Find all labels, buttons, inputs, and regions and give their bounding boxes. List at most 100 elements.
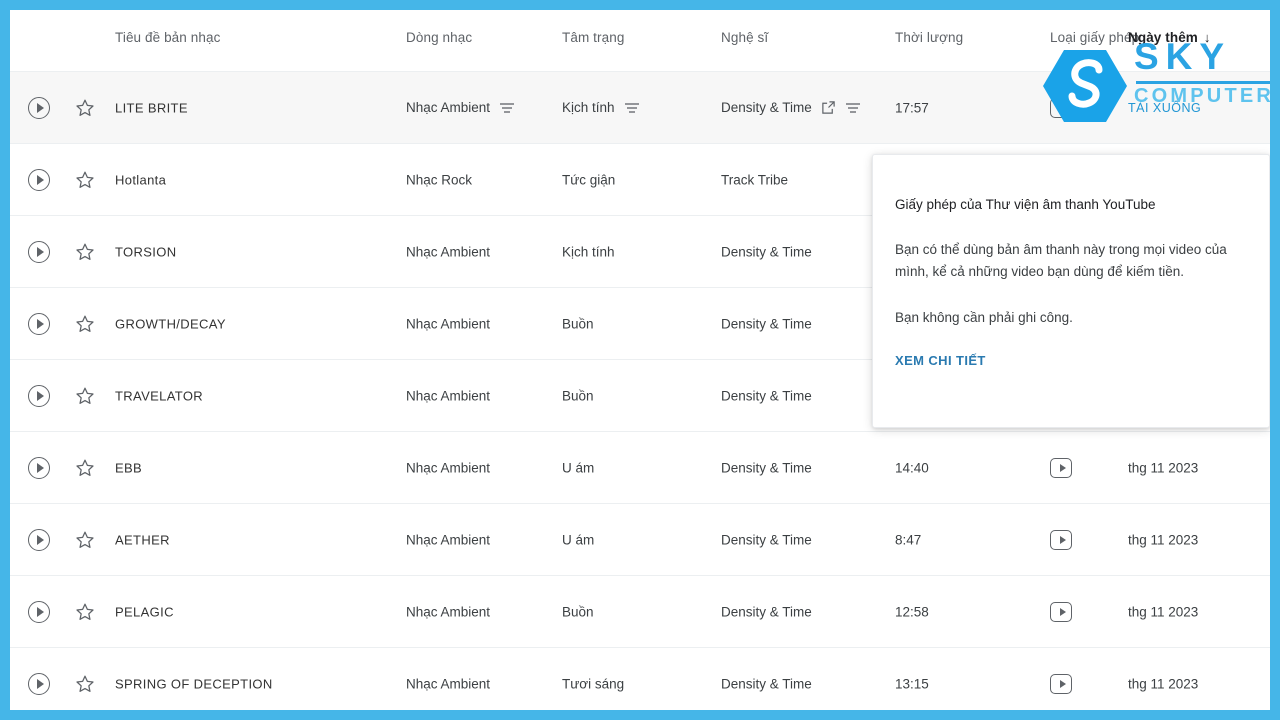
youtube-license-icon[interactable]: [1050, 457, 1072, 478]
date-added: thg 11 2023: [1128, 460, 1199, 475]
star-icon[interactable]: [74, 529, 96, 551]
license-type-button[interactable]: [1050, 457, 1072, 478]
column-header-title[interactable]: Tiêu đề bản nhạc: [115, 30, 220, 45]
track-mood: Buồn: [562, 316, 594, 331]
play-button[interactable]: [28, 672, 50, 695]
track-artist: Density & Time: [721, 244, 812, 259]
favorite-button[interactable]: [74, 601, 96, 623]
track-duration: 13:15: [895, 676, 929, 691]
license-tooltip-popup: Giấy phép của Thư viện âm thanh YouTube …: [872, 154, 1270, 428]
play-button[interactable]: [28, 96, 50, 119]
play-button[interactable]: [28, 240, 50, 263]
license-type-button[interactable]: [1050, 529, 1072, 550]
play-icon[interactable]: [28, 168, 50, 191]
track-title: EBB: [115, 460, 143, 475]
favorite-button[interactable]: [74, 97, 96, 119]
favorite-button[interactable]: [74, 241, 96, 263]
tooltip-paragraph-2: Bạn không cần phải ghi công.: [895, 310, 1073, 325]
play-icon[interactable]: [28, 600, 50, 623]
play-icon[interactable]: [28, 240, 50, 263]
favorite-button[interactable]: [74, 529, 96, 551]
youtube-license-icon[interactable]: [1050, 673, 1072, 694]
date-added: thg 11 2023: [1128, 532, 1199, 547]
track-artist: Density & Time: [721, 460, 812, 475]
youtube-license-icon[interactable]: [1050, 601, 1072, 622]
external-link-icon[interactable]: [821, 100, 836, 115]
play-icon[interactable]: [28, 312, 50, 335]
play-icon[interactable]: [28, 456, 50, 479]
favorite-button[interactable]: [74, 313, 96, 335]
column-header-date-added-label: Ngày thêm: [1128, 30, 1198, 45]
license-type-button[interactable]: [1050, 601, 1072, 622]
star-icon[interactable]: [74, 241, 96, 263]
track-title: Hotlanta: [115, 172, 167, 187]
screenshot-frame: Tiêu đề bản nhạc Dòng nhạc Tâm trạng Ngh…: [0, 0, 1280, 720]
column-header-artist[interactable]: Nghệ sĩ: [721, 30, 768, 45]
filter-icon[interactable]: [845, 100, 861, 116]
track-artist: Track Tribe: [721, 172, 789, 187]
column-header-date-added[interactable]: Ngày thêm ↓: [1128, 30, 1211, 45]
play-button[interactable]: [28, 528, 50, 551]
star-icon[interactable]: [74, 385, 96, 407]
table-row[interactable]: PELAGIC Nhạc Ambient Buồn Density & Time 12:…: [10, 576, 1270, 648]
table-header-row: Tiêu đề bản nhạc Dòng nhạc Tâm trạng Ngh…: [10, 10, 1270, 72]
column-header-duration[interactable]: Thời lượng: [895, 30, 963, 45]
table-row[interactable]: SPRING OF DECEPTION Nhạc Ambient Tươi sáng…: [10, 648, 1270, 710]
track-mood: U ám: [562, 532, 595, 547]
play-icon[interactable]: [28, 384, 50, 407]
play-icon[interactable]: [28, 528, 50, 551]
track-mood: Kịch tính: [562, 100, 640, 116]
track-title: TRAVELATOR: [115, 388, 204, 403]
tooltip-paragraph-1: Bạn có thể dùng bản âm thanh này trong m…: [895, 242, 1227, 279]
track-genre: Nhạc Ambient: [406, 244, 491, 259]
track-genre: Nhạc Ambient: [406, 388, 491, 403]
track-duration: 8:47: [895, 532, 922, 547]
youtube-license-icon[interactable]: [1050, 97, 1072, 118]
track-mood: Kịch tính: [562, 244, 615, 259]
track-duration: 17:57: [895, 100, 929, 115]
track-artist: Density & Time: [721, 676, 812, 691]
star-icon[interactable]: [74, 97, 96, 119]
star-icon[interactable]: [74, 673, 96, 695]
favorite-button[interactable]: [74, 385, 96, 407]
track-artist: Density & Time: [721, 604, 812, 619]
license-type-button[interactable]: [1050, 97, 1072, 118]
filter-icon[interactable]: [499, 100, 515, 116]
favorite-button[interactable]: [74, 169, 96, 191]
track-mood: Tức giận: [562, 172, 616, 187]
play-button[interactable]: [28, 384, 50, 407]
download-button[interactable]: TẢI XUỐNG: [1128, 101, 1201, 115]
youtube-license-icon[interactable]: [1050, 529, 1072, 550]
play-icon[interactable]: [28, 96, 50, 119]
star-icon[interactable]: [74, 457, 96, 479]
track-genre: Nhạc Ambient: [406, 604, 491, 619]
date-added: thg 11 2023: [1128, 604, 1199, 619]
favorite-button[interactable]: [74, 673, 96, 695]
table-row[interactable]: EBB Nhạc Ambient U ám Density & Time 14:40 th…: [10, 432, 1270, 504]
audio-library-table: Tiêu đề bản nhạc Dòng nhạc Tâm trạng Ngh…: [10, 10, 1270, 710]
star-icon[interactable]: [74, 313, 96, 335]
play-button[interactable]: [28, 600, 50, 623]
play-icon[interactable]: [28, 672, 50, 695]
play-button[interactable]: [28, 456, 50, 479]
column-header-mood[interactable]: Tâm trạng: [562, 30, 624, 45]
tooltip-details-link[interactable]: XEM CHI TIẾT: [895, 353, 1247, 368]
license-type-button[interactable]: [1050, 673, 1072, 694]
track-genre: Nhạc Rock: [406, 172, 473, 187]
favorite-button[interactable]: [74, 457, 96, 479]
sort-descending-arrow-icon: ↓: [1203, 30, 1211, 45]
table-row[interactable]: AETHER Nhạc Ambient U ám Density & Time 8:47…: [10, 504, 1270, 576]
play-button[interactable]: [28, 312, 50, 335]
track-title: AETHER: [115, 532, 170, 547]
track-genre: Nhạc Ambient: [406, 316, 491, 331]
star-icon[interactable]: [74, 169, 96, 191]
play-button[interactable]: [28, 168, 50, 191]
column-header-genre[interactable]: Dòng nhạc: [406, 30, 472, 45]
filter-icon[interactable]: [624, 100, 640, 116]
track-mood: U ám: [562, 460, 595, 475]
column-header-license[interactable]: Loại giấy phép: [1050, 30, 1139, 45]
track-title: GROWTH/DECAY: [115, 316, 226, 331]
table-row[interactable]: LITE BRITE Nhạc Ambient Kịch tính Density &…: [10, 72, 1270, 144]
star-icon[interactable]: [74, 601, 96, 623]
track-duration: 12:58: [895, 604, 929, 619]
